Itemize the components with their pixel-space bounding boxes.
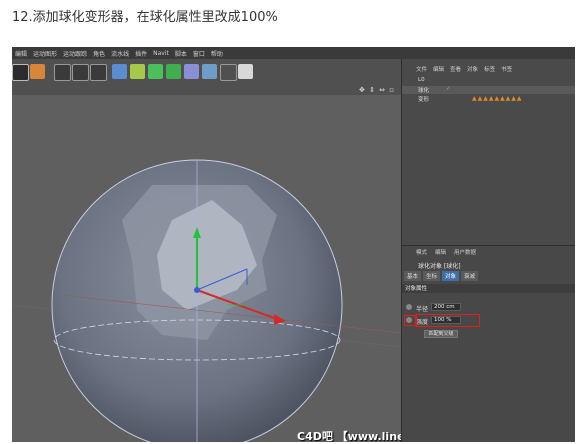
scene-icon[interactable] [202, 64, 217, 79]
move-tool-icon[interactable] [30, 64, 45, 79]
menu-bar: 编辑 运动图形 运动跟踪 角色 流水线 插件 Navit 脚本 窗口 帮助 [12, 47, 575, 59]
menu-item[interactable]: 帮助 [211, 49, 223, 58]
render-region-icon[interactable] [54, 64, 71, 81]
array-icon[interactable] [166, 64, 181, 79]
undo-icon[interactable] [12, 64, 29, 81]
menu-item[interactable]: 插件 [135, 49, 147, 58]
radius-label: 半径 [416, 306, 429, 313]
highlight-box [416, 314, 480, 327]
right-panels: 文件 编辑 查看 对象 标签 书签 L0 球化 ✓ 变形 ▲▲▲▲▲▲▲▲▲ 模… [401, 59, 575, 442]
highlight-box-keyframe [404, 315, 416, 326]
object-row-deform[interactable]: 变形 ▲▲▲▲▲▲▲▲▲ [402, 95, 575, 103]
section-header: 对象属性 [402, 284, 575, 293]
menu-item[interactable]: 窗口 [193, 49, 205, 58]
om-menu-item[interactable]: 文件 [416, 65, 427, 75]
menu-item[interactable]: 角色 [93, 49, 105, 58]
render-view-icon[interactable] [72, 64, 89, 81]
attribute-title: 球化对象 [球化] [418, 263, 461, 270]
tab-object[interactable]: 对象 [442, 271, 460, 281]
om-menu-item[interactable]: 查看 [450, 65, 461, 75]
tab-coord[interactable]: 坐标 [423, 271, 441, 281]
menu-item[interactable]: 运动图形 [33, 49, 57, 58]
menu-item[interactable]: 脚本 [175, 49, 187, 58]
deformer-icon[interactable] [184, 64, 199, 79]
object-origin[interactable] [194, 287, 200, 293]
render-settings-icon[interactable] [90, 64, 107, 81]
am-menu-item[interactable]: 用户数据 [454, 248, 476, 258]
menu-item[interactable]: 运动跟踪 [63, 49, 87, 58]
object-row-spherify[interactable]: 球化 ✓ [402, 86, 575, 94]
viewport-scene [12, 159, 401, 442]
object-list: L0 球化 ✓ 变形 ▲▲▲▲▲▲▲▲▲ [402, 77, 575, 122]
om-menu-item[interactable]: 书签 [501, 65, 512, 75]
generator-icon[interactable] [148, 64, 163, 79]
c4d-window: 编辑 运动图形 运动跟踪 角色 流水线 插件 Navit 脚本 窗口 帮助 ✥ … [12, 47, 575, 442]
object-name: 变形 [418, 97, 430, 103]
object-name: 球化 [418, 88, 430, 94]
attribute-tabs: 基本 坐标 对象 衰减 [404, 271, 479, 281]
tag-icons[interactable]: ▲▲▲▲▲▲▲▲▲ [472, 95, 523, 102]
light-icon[interactable] [238, 64, 253, 79]
object-name: L0 [418, 77, 425, 83]
3d-viewport[interactable]: ✥ ⇕ ⇔ ▫ [12, 85, 401, 442]
om-menu-item[interactable]: 标签 [484, 65, 495, 75]
attribute-manager: 模式 编辑 用户数据 球化对象 [球化] 基本 坐标 对象 衰减 对象属性 半径… [402, 245, 575, 442]
pen-icon[interactable] [130, 64, 145, 79]
radius-field-row: 半径 200 cm [406, 303, 566, 313]
camera-icon[interactable] [220, 64, 237, 81]
fit-to-parent-button[interactable]: 匹配到父级 [424, 330, 458, 338]
am-menu-item[interactable]: 模式 [416, 248, 427, 258]
am-menu-item[interactable]: 编辑 [435, 248, 446, 258]
cube-icon[interactable] [112, 64, 127, 79]
tutorial-caption: 12.添加球化变形器，在球化属性里改成100% [12, 10, 278, 25]
tab-basic[interactable]: 基本 [404, 271, 422, 281]
object-row-l0[interactable]: L0 [402, 77, 575, 85]
om-menu-item[interactable]: 对象 [467, 65, 478, 75]
radius-keyframe-icon[interactable] [406, 304, 412, 310]
object-manager-menu: 文件 编辑 查看 对象 标签 书签 [402, 65, 575, 75]
menu-item[interactable]: 编辑 [15, 49, 27, 58]
om-menu-item[interactable]: 编辑 [433, 65, 444, 75]
menu-item[interactable]: Navit [153, 50, 169, 57]
menu-item[interactable]: 流水线 [111, 49, 129, 58]
radius-input[interactable]: 200 cm [431, 303, 461, 311]
checkmark-icon[interactable]: ✓ [446, 86, 451, 92]
tab-falloff[interactable]: 衰减 [461, 271, 479, 281]
attribute-menu: 模式 编辑 用户数据 [402, 248, 575, 258]
